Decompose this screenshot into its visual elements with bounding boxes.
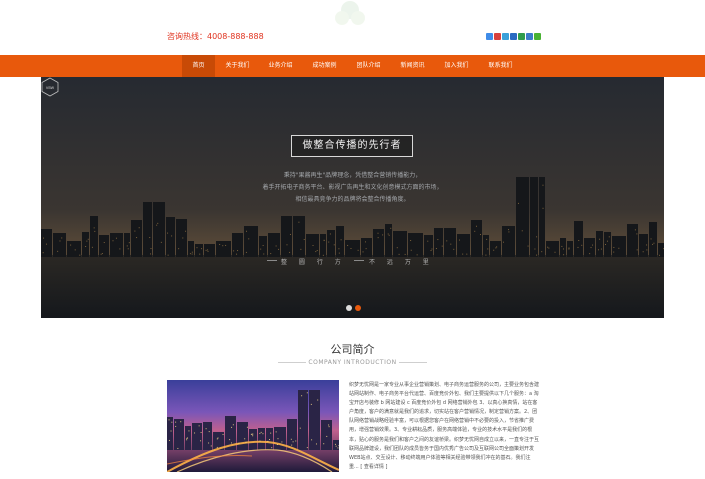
nav-item-home[interactable]: 首页 xyxy=(182,55,215,77)
badge-text: VBW xyxy=(46,86,55,90)
banner-line-2: 着手开拓电子商务平台、影视广告再生和文化创意模式方面的市场， xyxy=(262,184,443,191)
renren-icon[interactable] xyxy=(510,33,517,40)
main-nav: 首页 关于我们 业务介绍 成功案例 团队介绍 新闻资讯 加入我们 联系我们 xyxy=(0,55,705,77)
banner-motto-left: 整 圆 行 方 xyxy=(281,259,346,266)
qzone-icon[interactable] xyxy=(486,33,493,40)
nav-item-team[interactable]: 团队介绍 xyxy=(352,55,385,77)
city-night-image xyxy=(167,380,339,472)
hexagon-badge-icon: VBW xyxy=(41,77,59,97)
slide-dot-2[interactable] xyxy=(355,305,361,311)
nav-item-contact[interactable]: 联系我们 xyxy=(484,55,517,77)
top-bar: 咨询热线：4008-888-888 xyxy=(0,0,705,55)
banner-line-1: 秉持"果酱再生"品牌理念，凭借整合营销传播能力， xyxy=(283,172,422,179)
nav-item-cases[interactable]: 成功案例 xyxy=(308,55,341,77)
intro-paragraph: 织梦无忧网是一家专业从事企业营销策划、电子商务运营服务的公司，主要业务包含建站网… xyxy=(349,382,540,470)
motto-divider xyxy=(354,260,364,261)
hero-banner[interactable]: 做整合传播的先行者 秉持"果酱再生"品牌理念，凭借整合营销传播能力， 着手开拓电… xyxy=(41,77,664,318)
banner-motto-right: 不 远 万 里 xyxy=(369,259,434,266)
nav-item-news[interactable]: 新闻资讯 xyxy=(396,55,429,77)
section-title: 公司简介 xyxy=(330,343,375,356)
motto-divider xyxy=(267,260,277,261)
nav-item-about[interactable]: 关于我们 xyxy=(221,55,254,77)
nav-item-services[interactable]: 业务介绍 xyxy=(264,55,297,77)
nav-item-join[interactable]: 加入我们 xyxy=(440,55,473,77)
sina-weibo-icon[interactable] xyxy=(494,33,501,40)
tencent-weibo-icon[interactable] xyxy=(502,33,509,40)
banner-slogan: 做整合传播的先行者 xyxy=(291,135,413,157)
logo-icon xyxy=(335,1,365,25)
subtitle-divider-right xyxy=(399,362,427,363)
people-icon[interactable] xyxy=(526,33,533,40)
banner-line-3: 相信最具竞争力的品牌将会整合传播角度。 xyxy=(295,196,410,203)
douban-icon[interactable] xyxy=(518,33,525,40)
slide-dot-1[interactable] xyxy=(346,305,352,311)
share-icons xyxy=(486,33,541,40)
wechat-icon[interactable] xyxy=(534,33,541,40)
hotline-text: 咨询热线：4008-888-888 xyxy=(167,32,264,41)
section-subtitle: COMPANY INTRODUCTION xyxy=(308,359,397,366)
